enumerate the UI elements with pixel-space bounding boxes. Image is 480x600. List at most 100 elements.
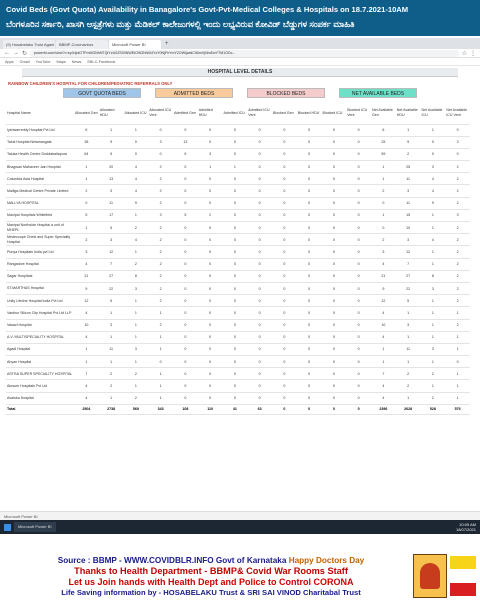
bed-count-cell: 0: [272, 136, 297, 149]
table-row[interactable]: Avaloka Hospital 4 1 2 1 0 0 0 0 0 0 0 0 4 1 2 1: [6, 392, 470, 405]
table-row[interactable]: MALLYA HOSPITAL 0 11 9 2 0 0 0 0 0 0 0 0 0 11 9 2: [6, 197, 470, 210]
table-row[interactable]: Manipal Hospitals Whitefield 5 17 1 3 5 2 0 0 0 0 0…: [6, 209, 470, 223]
bed-count-cell: 17: [98, 209, 124, 223]
bed-count-cell: 1: [98, 392, 124, 405]
table-row[interactable]: Medecoupe Chest and Super Speciality Hos…: [6, 233, 470, 247]
bookmark-item[interactable]: Gmail: [20, 60, 30, 64]
column-header[interactable]: Allocated ICU Vent: [148, 102, 173, 125]
bookmark-item[interactable]: SBI-C-Facebook: [87, 60, 115, 64]
start-icon[interactable]: [4, 523, 11, 531]
table-row[interactable]: A.V. MULTISPECIALITY HOSPITAL 4 1 1 1 0 0 0 0 0 0 0…: [6, 331, 470, 344]
bookmark-item[interactable]: News: [72, 60, 82, 64]
table-row[interactable]: ASTRA SUPER SPECIALITY HOSPITAL 7 2 2 1 0 0 0 0 0…: [6, 367, 470, 381]
table-row[interactable]: Punya Hospitals India pvt Ltd 3 12 1 2 0 0 0 0 0 0…: [6, 245, 470, 259]
bed-count-cell: 1: [445, 343, 470, 357]
reload-icon[interactable]: ↻: [22, 50, 27, 57]
taskbar-item[interactable]: Microsoft Power BI: [14, 522, 56, 532]
bed-count-cell: 1: [445, 379, 470, 393]
bed-count-cell: 11: [98, 343, 124, 357]
bed-count-cell: 0: [222, 124, 248, 137]
column-header[interactable]: Net Available Gen: [371, 102, 396, 125]
group-blocked-beds[interactable]: BLOCKED BEDS: [247, 88, 325, 98]
bed-count-cell: 12: [395, 245, 421, 259]
table-row[interactable]: Agadi Hospital 1 11 3 1 0 0 0 0 0 0 0 0 1 11 3 1: [6, 343, 470, 357]
column-header[interactable]: Net Available ICU Vent: [445, 102, 470, 125]
table-row[interactable]: ST.MARTHAS Hospital 9 22 3 2 0 0 0 0 0 0 0 0 9 22 3 2: [6, 282, 470, 296]
bookmark-item[interactable]: YouTube: [36, 60, 51, 64]
menu-icon[interactable]: ⋮: [470, 50, 476, 57]
star-icon[interactable]: ☆: [462, 50, 467, 57]
table-row[interactable]: Ahyan Hospital 1 1 1 0 0 0 0 0 0 0 0 0 1 1 1 0: [6, 355, 470, 369]
browser-tab-active[interactable]: Microsoft Power BI: [109, 40, 161, 49]
table-row[interactable]: Bhagwan Mahaveer Jain Hospital 1 20 4 2 0 1 1 0 0…: [6, 160, 470, 174]
bed-count-cell: 0: [272, 306, 297, 320]
bed-count-cell: 0: [321, 306, 347, 320]
hospital-name-cell: Malliga Medical Centre Private Limited: [6, 184, 74, 198]
column-header[interactable]: Admitted ICU Vent: [247, 102, 272, 125]
column-header[interactable]: Allocated Gen: [74, 102, 99, 125]
bed-count-cell: 4: [74, 306, 99, 320]
bookmark-item[interactable]: Apps: [5, 60, 14, 64]
column-header[interactable]: Blocked Gen: [272, 102, 297, 125]
bed-count-cell: 0: [148, 355, 173, 369]
table-row[interactable]: Manipal Northside Hospital a unit of MHE…: [6, 221, 470, 235]
new-tab-icon[interactable]: +: [162, 40, 172, 49]
bed-count-cell: 0: [247, 282, 272, 296]
bed-count-cell: 0: [247, 184, 272, 198]
bed-count-cell: 0: [296, 197, 322, 210]
column-header[interactable]: Allocated HDU: [98, 102, 124, 125]
bed-count-cell: 0: [173, 160, 198, 174]
headline-banner: Covid Beds (Govt Quota) Availability in …: [0, 0, 480, 36]
table-row[interactable]: Malliga Medical Centre Private Limited 2 3…: [6, 184, 470, 198]
table-row[interactable]: Taluk Hospital Nelamangala 38 9 0 3 13 0 0 0 0 0 0 0…: [6, 136, 470, 149]
url-field[interactable]: powerbi.com/view?r=eyJrIjoiOTFmMGNhNTQtY…: [30, 49, 459, 57]
bed-count-cell: 0: [296, 172, 322, 186]
table-row[interactable]: Sagar Hospitals 21 27 8 2 0 0 0 0 0 0 0 0 21 27 8 2: [6, 270, 470, 283]
column-header[interactable]: Net Available HDU: [395, 102, 421, 125]
bookmark-item[interactable]: Maps: [57, 60, 66, 64]
hospital-name-cell: Manipal Northside Hospital a unit of MHE…: [6, 221, 74, 235]
bed-count-cell: 3: [395, 319, 421, 332]
bed-count-cell: 0: [247, 233, 272, 247]
group-govt-quota-beds[interactable]: GOVT QUOTA BEDS: [63, 88, 141, 98]
column-header[interactable]: Allocated ICU: [123, 102, 149, 125]
group-admitted-beds[interactable]: ADMITTED BEDS: [155, 88, 233, 98]
column-header[interactable]: Admitted ICU: [222, 102, 248, 125]
total-label: Total: [6, 403, 74, 415]
table-row[interactable]: Akrsum Hospitals Pvt Ltd 4 2 1 1 0 0 0 0 0 0 0 0 4 2 1 1: [6, 379, 470, 393]
column-header[interactable]: Blocked ICU Vent: [346, 102, 371, 125]
table-row[interactable]: Vasavi Hospital 10 3 1 2 0 0 0 0 0 0 0 0 10 3 1 2: [6, 319, 470, 332]
column-header[interactable]: Net Available ICU: [420, 102, 446, 125]
bed-count-cell: 11: [395, 172, 421, 186]
column-header[interactable]: Hospital Name: [6, 102, 74, 125]
table-row[interactable]: Rangadore Hospital 4 7 2 2 0 0 0 0 0 0 0 0 4 7 1 2: [6, 258, 470, 271]
bed-count-cell: 10: [395, 221, 421, 235]
bed-count-cell: 2: [123, 392, 149, 405]
bed-count-cell: 2: [371, 233, 396, 247]
bed-count-cell: 1: [420, 258, 446, 271]
bed-count-cell: 1: [420, 331, 446, 344]
browser-tab[interactable]: BBMP-Coronavirus: [56, 40, 108, 49]
bed-count-cell: 0: [247, 148, 272, 162]
column-header[interactable]: Admitted HDU: [197, 102, 223, 125]
table-row[interactable]: Vasthur Silicon City Hospital Pvt Ltd LL…: [6, 306, 470, 320]
column-header[interactable]: Admitted Gen: [173, 102, 198, 125]
bed-count-cell: 0: [148, 148, 173, 162]
bed-count-cell: 2: [98, 367, 124, 381]
table-row[interactable]: Iyshwarreddy Hospital Pvt Ltd 6 1 1 0 0 0 0 0 0 0 0…: [6, 124, 470, 137]
bed-count-cell: 0: [173, 306, 198, 320]
windows-taskbar: Microsoft Power BI 10:05 AM 18/07/2021: [0, 520, 480, 534]
column-header[interactable]: Blocked HDU: [296, 102, 322, 125]
forward-icon[interactable]: →: [13, 50, 19, 56]
bed-count-cell: 2: [148, 270, 173, 283]
browser-tab[interactable]: (9) Hosabelaku Trust Agani Ramm: [3, 40, 55, 49]
group-net-available-beds[interactable]: NET AVAILABLE BEDS: [339, 88, 417, 98]
column-header[interactable]: Blocked ICU: [321, 102, 347, 125]
back-icon[interactable]: ←: [4, 50, 10, 56]
table-row[interactable]: Taluka Health Centre Doddaballapura 64 5 0 0…: [6, 148, 470, 162]
bed-count-cell: 0: [222, 136, 248, 149]
table-row[interactable]: Unity Lifeline Hospital India Pvt Ltd 12 5…: [6, 294, 470, 308]
bed-count-cell: 21: [74, 270, 99, 283]
table-row[interactable]: Columbia Asia Hospital 1 13 4 2 0 0 0 0 0 0 0 0 1 11 4 2: [6, 172, 470, 186]
hospital-name-cell: A.V. MULTISPECIALITY HOSPITAL: [6, 331, 74, 344]
